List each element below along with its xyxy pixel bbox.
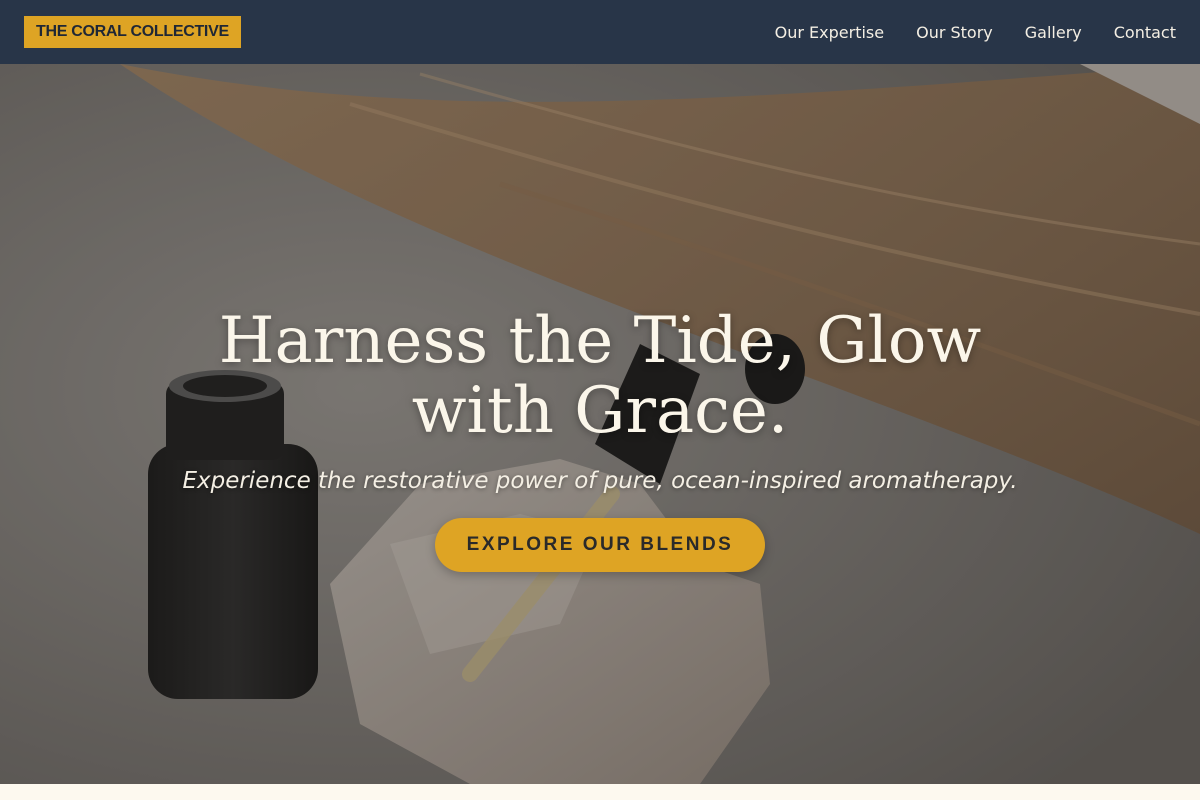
nav-links: Our Expertise Our Story Gallery Contact [775, 23, 1176, 42]
brand-logo[interactable]: THE CORAL COLLECTIVE [24, 16, 241, 48]
top-navbar: THE CORAL COLLECTIVE Our Expertise Our S… [0, 0, 1200, 64]
explore-blends-button[interactable]: EXPLORE OUR BLENDS [434, 518, 766, 572]
hero-title-line2: with Grace. [411, 374, 789, 448]
hero-title: Harness the Tide, Glow with Grace. [200, 306, 1000, 446]
hero-content: Harness the Tide, Glow with Grace. Exper… [0, 64, 1200, 784]
nav-link-our-story[interactable]: Our Story [916, 23, 993, 42]
next-section-edge [0, 784, 1200, 800]
nav-link-gallery[interactable]: Gallery [1025, 23, 1082, 42]
hero-subtitle: Experience the restorative power of pure… [182, 468, 1018, 494]
hero-section: Harness the Tide, Glow with Grace. Exper… [0, 64, 1200, 784]
nav-link-our-expertise[interactable]: Our Expertise [775, 23, 884, 42]
hero-title-line1: Harness the Tide, Glow [218, 304, 982, 378]
nav-link-contact[interactable]: Contact [1114, 23, 1176, 42]
